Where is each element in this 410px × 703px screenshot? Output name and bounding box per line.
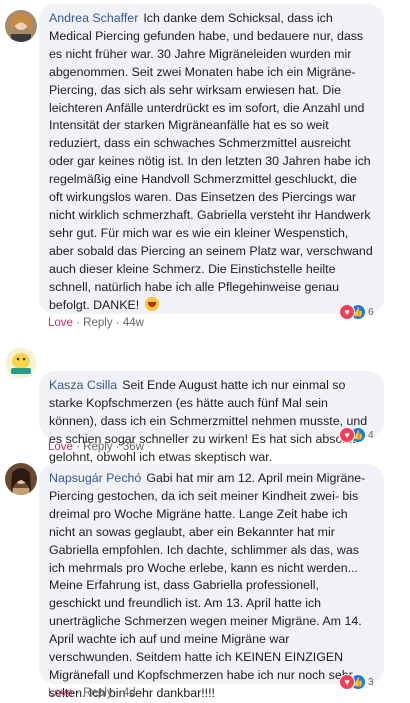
reply-button[interactable]: Reply	[83, 441, 112, 453]
comment-bubble: Kasza Csilla Seit Ende August hatte ich n…	[39, 371, 384, 464]
comment-text: Ich danke dem Schicksal, dass ich Medica…	[49, 11, 373, 312]
reaction-count: 6	[368, 306, 374, 318]
comment-timestamp[interactable]: 36w	[123, 441, 144, 453]
comment-text: Gabi hat mir am 12. April mein Migräne-P…	[49, 471, 366, 700]
comment-bubble: Napsugár Pechó Gabi hat mir am 12. April …	[39, 464, 384, 700]
comment-actions: Love · Reply · 36w	[48, 441, 144, 453]
comment-bubble: Andrea Schaffer Ich danke dem Schicksal, …	[39, 4, 384, 314]
reaction-summary[interactable]: ♥ 👍 3	[339, 673, 374, 691]
love-button[interactable]: Love	[48, 687, 73, 699]
comment-author[interactable]: Andrea Schaffer	[49, 11, 138, 25]
heart-icon: ♥	[339, 304, 355, 320]
reaction-summary[interactable]: ♥ 👍 4	[339, 426, 374, 444]
heart-icon: ♥	[339, 427, 355, 443]
avatar[interactable]	[5, 10, 37, 42]
reaction-count: 4	[368, 429, 374, 441]
avatar[interactable]	[5, 347, 37, 379]
separator: ·	[115, 441, 123, 453]
heart-icon: ♥	[339, 674, 355, 690]
comment-timestamp[interactable]: 4d	[123, 687, 136, 699]
comment-timestamp[interactable]: 44w	[123, 317, 144, 329]
comment-actions: Love · Reply · 44w	[48, 317, 144, 329]
avatar[interactable]	[5, 463, 37, 495]
reaction-count: 3	[368, 676, 374, 688]
reply-button[interactable]: Reply	[83, 687, 112, 699]
star-struck-emoji-icon	[144, 296, 159, 311]
comment-author[interactable]: Napsugár Pechó	[49, 471, 141, 485]
reply-button[interactable]: Reply	[83, 317, 112, 329]
separator: ·	[115, 687, 123, 699]
reaction-summary[interactable]: ♥ 👍 6	[339, 303, 374, 321]
comment-actions: Love · Reply · 4d	[48, 687, 136, 699]
love-button[interactable]: Love	[48, 317, 73, 329]
separator: ·	[115, 317, 123, 329]
love-button[interactable]: Love	[48, 441, 73, 453]
comment-author[interactable]: Kasza Csilla	[49, 378, 117, 392]
